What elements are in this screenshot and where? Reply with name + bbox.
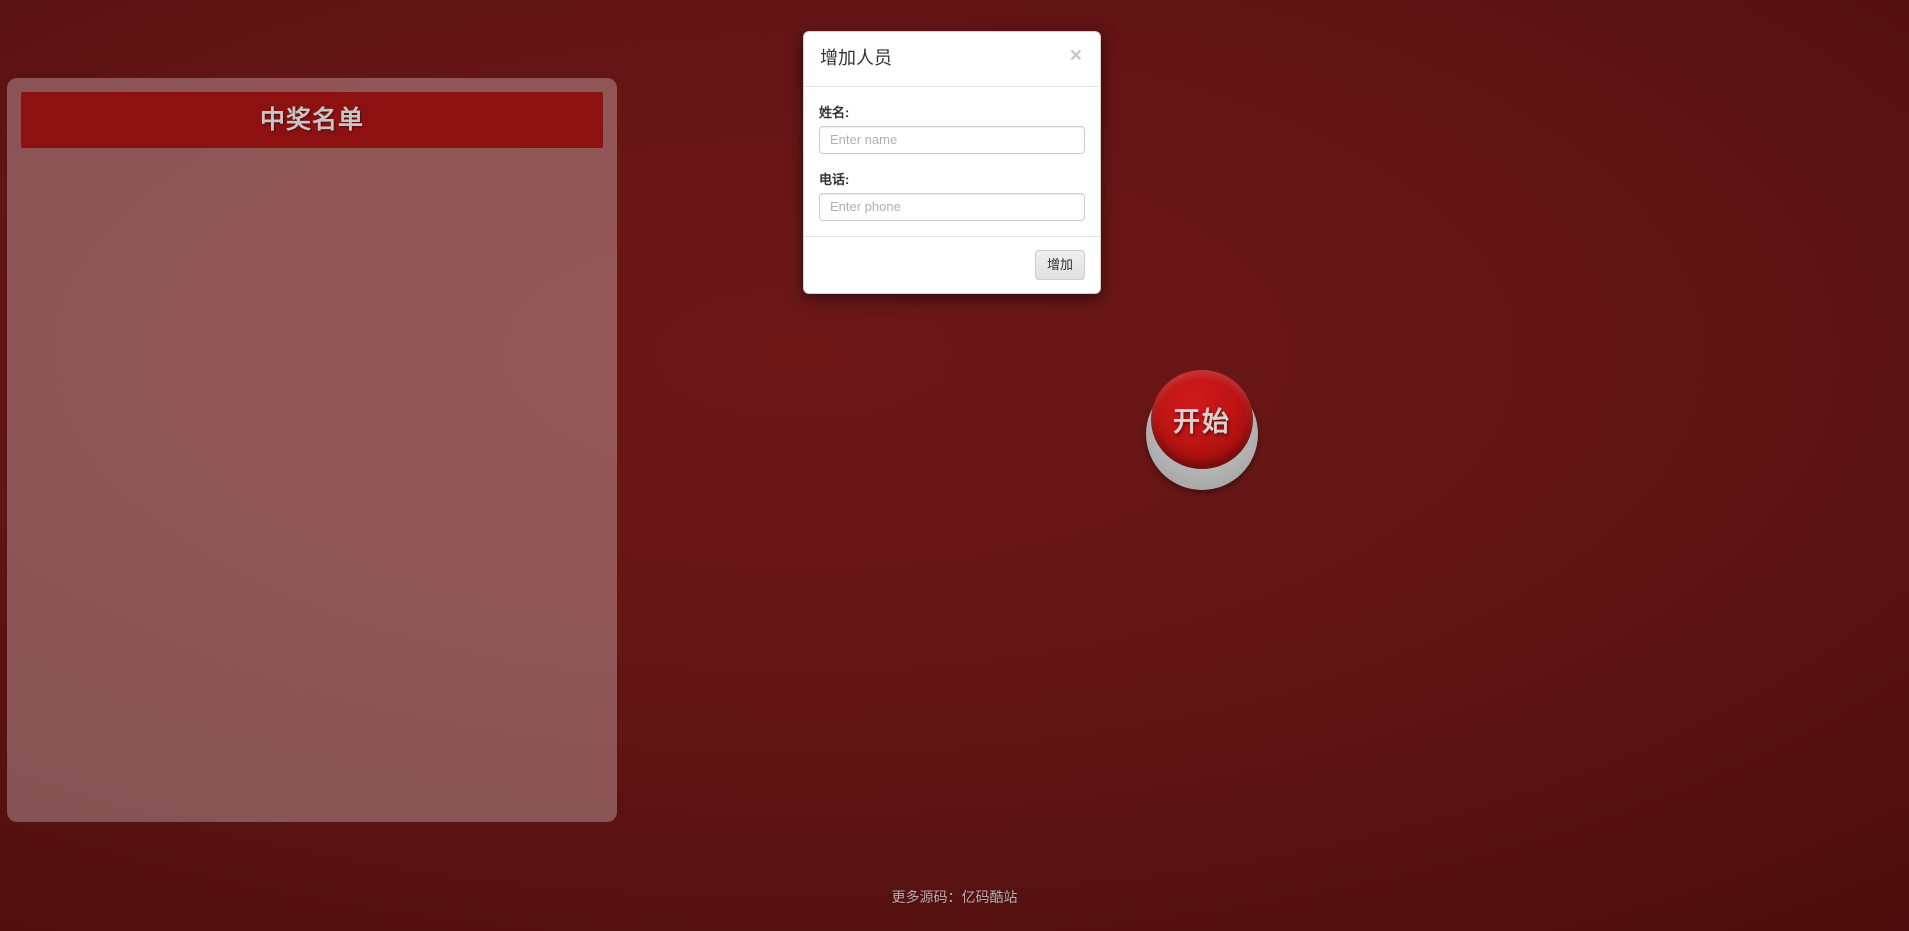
- close-icon[interactable]: ×: [1066, 43, 1086, 68]
- start-button[interactable]: 开始: [1146, 370, 1258, 490]
- modal-title: 增加人员: [820, 48, 892, 68]
- start-button-face: 开始: [1151, 370, 1253, 469]
- winner-list-heading: 中奖名单: [21, 92, 603, 148]
- name-input[interactable]: [819, 125, 1085, 154]
- add-person-modal: 增加人员 × 姓名: 电话: 增加: [803, 31, 1101, 294]
- add-person-submit-button[interactable]: 增加: [1034, 249, 1085, 280]
- name-field-group: 姓名:: [819, 102, 1085, 154]
- page-footer: 更多源码：亿码酷站: [0, 887, 1909, 907]
- phone-field-label: 电话:: [819, 171, 850, 187]
- winner-list-panel: 中奖名单: [7, 78, 617, 822]
- modal-header: 增加人员 ×: [804, 32, 1100, 87]
- start-button-label: 开始: [1173, 407, 1231, 437]
- footer-link[interactable]: 亿码酷站: [962, 889, 1018, 905]
- modal-footer: 增加: [804, 235, 1100, 293]
- name-field-label: 姓名:: [819, 104, 850, 120]
- footer-prefix: 更多源码：: [891, 889, 962, 905]
- phone-input[interactable]: [819, 192, 1085, 221]
- modal-body: 姓名: 电话:: [804, 87, 1100, 236]
- winner-list: [21, 148, 603, 808]
- phone-field-group: 电话:: [819, 169, 1085, 221]
